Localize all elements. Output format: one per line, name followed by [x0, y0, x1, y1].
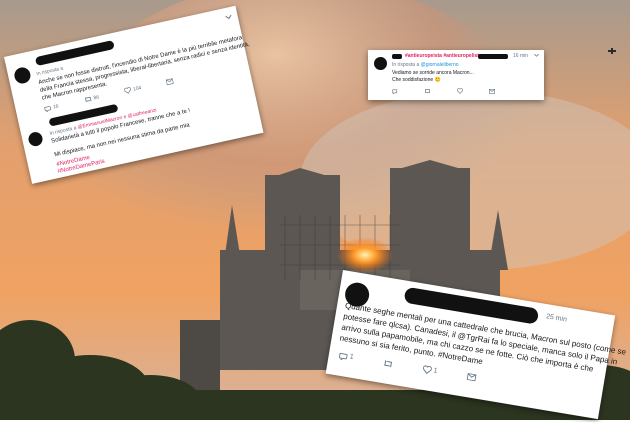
tweet-text-line: Che soddisfazione	[392, 77, 434, 83]
reply-handle[interactable]: @giornaleliberno	[421, 62, 459, 68]
like-button[interactable]: 104	[124, 84, 142, 95]
avatar[interactable]	[12, 65, 32, 85]
envelope-icon	[466, 372, 477, 382]
reply-button[interactable]: 16	[43, 102, 60, 113]
tweet-card-2[interactable]: #antieuropeista #antieuropelista 16 min …	[368, 50, 544, 100]
like-count: 1	[432, 367, 438, 375]
tweet-time[interactable]: 25 min	[546, 313, 568, 323]
redacted-handle	[478, 54, 508, 59]
chevron-down-icon[interactable]	[534, 54, 539, 57]
chevron-down-icon[interactable]	[225, 14, 232, 20]
reply-icon[interactable]	[392, 88, 398, 94]
retweet-icon	[384, 359, 393, 367]
tweet-text-line: Vediamo se sorride ancora Macron...	[392, 70, 474, 76]
reply-icon	[339, 352, 348, 361]
reply-count: 16	[52, 102, 60, 111]
heart-icon	[422, 365, 432, 374]
retweet-icon	[84, 96, 91, 102]
envelope-icon[interactable]	[489, 88, 495, 94]
heart-icon[interactable]	[457, 88, 463, 94]
like-button[interactable]: 1	[422, 365, 438, 376]
tweet-time[interactable]: 16 min	[513, 53, 528, 59]
fire	[337, 237, 393, 273]
envelope-icon	[166, 77, 175, 85]
reply-count: 1	[349, 353, 355, 361]
retweet-count: 86	[92, 93, 100, 102]
avatar[interactable]	[27, 130, 44, 148]
reply-button[interactable]: 1	[338, 351, 354, 362]
tweet-text-line: Anche se non fosse distrutt, l'incendio …	[37, 35, 243, 87]
retweet-button[interactable]: 86	[83, 93, 100, 103]
reply-icon	[44, 106, 52, 113]
retweet-button[interactable]	[383, 358, 394, 368]
retweet-icon[interactable]	[424, 88, 431, 94]
like-count: 104	[132, 84, 142, 93]
reply-prefix: In risposta a	[392, 62, 420, 68]
display-name[interactable]: #antieuropeista #antieuropelista	[405, 53, 482, 59]
avatar[interactable]	[374, 57, 387, 70]
redacted-username	[392, 54, 402, 59]
emoji: 🙂	[434, 77, 441, 83]
message-button[interactable]	[466, 372, 477, 382]
heart-icon	[124, 87, 132, 94]
message-button[interactable]	[166, 77, 175, 85]
